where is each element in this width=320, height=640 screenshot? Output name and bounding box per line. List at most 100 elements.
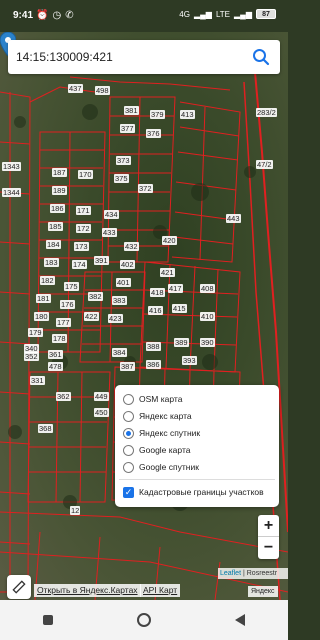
parcel-label[interactable]: 408: [200, 284, 215, 293]
parcel-label[interactable]: 174: [72, 260, 87, 269]
parcel-label[interactable]: 283/2: [256, 108, 277, 117]
parcel-label[interactable]: 443: [226, 214, 241, 223]
parcel-label[interactable]: 181: [36, 294, 51, 303]
parcel-label[interactable]: 434: [104, 210, 119, 219]
search-icon[interactable]: [252, 48, 270, 66]
parcel-label[interactable]: 183: [44, 258, 59, 267]
parcel-label[interactable]: 375: [114, 174, 129, 183]
parcel-label[interactable]: 185: [48, 222, 63, 231]
layer-option-google-map[interactable]: Google карта: [123, 443, 190, 457]
api-link[interactable]: API Карт: [140, 584, 181, 597]
parcel-label[interactable]: 1344: [2, 188, 21, 197]
parcel-label[interactable]: 423: [108, 314, 123, 323]
zoom-out-button[interactable]: −: [258, 537, 279, 559]
parcel-label[interactable]: 187: [52, 168, 67, 177]
parcel-label[interactable]: 450: [94, 408, 109, 417]
map-attribution: Leaflet | Rosreestr: [218, 568, 288, 579]
parcel-label[interactable]: 376: [146, 129, 161, 138]
parcel-label[interactable]: 12: [70, 506, 81, 515]
parcel-label[interactable]: 381: [124, 106, 139, 115]
clock-icon: ◷: [52, 10, 62, 21]
parcel-label[interactable]: 478: [48, 362, 63, 371]
parcel-label[interactable]: 393: [182, 356, 197, 365]
recent-apps-icon: [43, 615, 53, 625]
status-right-icons: 4G ▂▄▆ LTE ▂▄▆ 87: [179, 9, 276, 19]
parcel-label[interactable]: 390: [200, 338, 215, 347]
parcel-label[interactable]: 421: [160, 268, 175, 277]
parcel-label[interactable]: 382: [88, 292, 103, 301]
parcel-label[interactable]: 415: [172, 304, 187, 313]
parcel-label[interactable]: 422: [84, 312, 99, 321]
parcel-label[interactable]: 331: [30, 376, 45, 385]
parcel-label[interactable]: 418: [150, 288, 165, 297]
layer-option-google-satellite[interactable]: Google спутник: [123, 460, 199, 474]
parcel-label[interactable]: 170: [78, 170, 93, 179]
overlay-option-cadastral[interactable]: ✓ Кадастровые границы участков: [123, 485, 264, 499]
parcel-label[interactable]: 387: [120, 362, 135, 371]
parcel-label[interactable]: 410: [200, 312, 215, 321]
parcel-label[interactable]: 373: [116, 156, 131, 165]
parcel-label[interactable]: 186: [50, 204, 65, 213]
ruler-button[interactable]: [7, 575, 31, 599]
parcel-label[interactable]: 352: [24, 352, 39, 361]
parcel-label[interactable]: 402: [120, 260, 135, 269]
zoom-control: + −: [258, 515, 279, 559]
layer-option-label: Яндекс спутник: [139, 428, 201, 438]
parcel-label[interactable]: 379: [150, 110, 165, 119]
parcel-label[interactable]: 179: [28, 328, 43, 337]
parcel-label[interactable]: 182: [40, 276, 55, 285]
parcel-label[interactable]: 389: [174, 338, 189, 347]
parcel-label[interactable]: 432: [124, 242, 139, 251]
parcel-label[interactable]: 173: [74, 242, 89, 251]
parcel-label[interactable]: 401: [116, 278, 131, 287]
parcel-label[interactable]: 417: [168, 284, 183, 293]
parcel-label[interactable]: 384: [112, 348, 127, 357]
parcel-label[interactable]: 47/2: [256, 160, 273, 169]
zoom-in-button[interactable]: +: [258, 515, 279, 537]
parcel-label[interactable]: 189: [52, 186, 67, 195]
parcel-label[interactable]: 171: [76, 206, 91, 215]
parcel-label[interactable]: 386: [146, 360, 161, 369]
parcel-label[interactable]: 388: [146, 342, 161, 351]
parcel-label[interactable]: 184: [46, 240, 61, 249]
radio-osm[interactable]: [123, 393, 134, 405]
leaflet-link[interactable]: Leaflet: [220, 570, 241, 577]
parcel-label[interactable]: 362: [56, 392, 71, 401]
parcel-label[interactable]: 1343: [2, 162, 21, 171]
parcel-label[interactable]: 437: [68, 84, 83, 93]
parcel-label[interactable]: 177: [56, 318, 71, 327]
map-canvas[interactable]: 437 498 381 379 377 376 373 187 170 189 …: [0, 32, 288, 600]
radio-google-satellite[interactable]: [123, 461, 134, 473]
layer-option-yandex-map[interactable]: Яндекс карта: [123, 409, 192, 423]
parcel-label[interactable]: 176: [60, 300, 75, 309]
parcel-label[interactable]: 391: [94, 256, 109, 265]
parcel-label[interactable]: 420: [162, 236, 177, 245]
parcel-label[interactable]: 433: [102, 228, 117, 237]
parcel-label[interactable]: 361: [48, 350, 63, 359]
radio-yandex-satellite[interactable]: [123, 427, 134, 439]
radio-google-map[interactable]: [123, 444, 134, 456]
checkbox-cadastral[interactable]: ✓: [123, 486, 134, 498]
parcel-label[interactable]: 175: [64, 282, 79, 291]
parcel-label[interactable]: 416: [148, 306, 163, 315]
home-button[interactable]: [124, 605, 164, 635]
parcel-label[interactable]: 383: [112, 296, 127, 305]
parcel-label[interactable]: 178: [52, 334, 67, 343]
parcel-label[interactable]: 180: [34, 312, 49, 321]
back-button[interactable]: [220, 605, 260, 635]
parcel-label[interactable]: 172: [76, 224, 91, 233]
battery-icon: 87: [256, 9, 276, 19]
recent-apps-button[interactable]: [28, 605, 68, 635]
layer-option-osm[interactable]: OSM карта: [123, 392, 182, 406]
parcel-label[interactable]: 368: [38, 424, 53, 433]
radio-yandex-map[interactable]: [123, 410, 134, 422]
parcel-label[interactable]: 413: [180, 110, 195, 119]
parcel-label[interactable]: 498: [95, 86, 110, 95]
signal-4g-label: 4G: [179, 9, 190, 19]
parcel-label[interactable]: 449: [94, 392, 109, 401]
parcel-label[interactable]: 372: [138, 184, 153, 193]
cadastral-search-input[interactable]: [16, 40, 246, 74]
layer-option-yandex-satellite[interactable]: Яндекс спутник: [123, 426, 200, 440]
parcel-label[interactable]: 377: [120, 124, 135, 133]
open-in-yandex-link[interactable]: Открыть в Яндекс.Картах: [34, 584, 141, 597]
